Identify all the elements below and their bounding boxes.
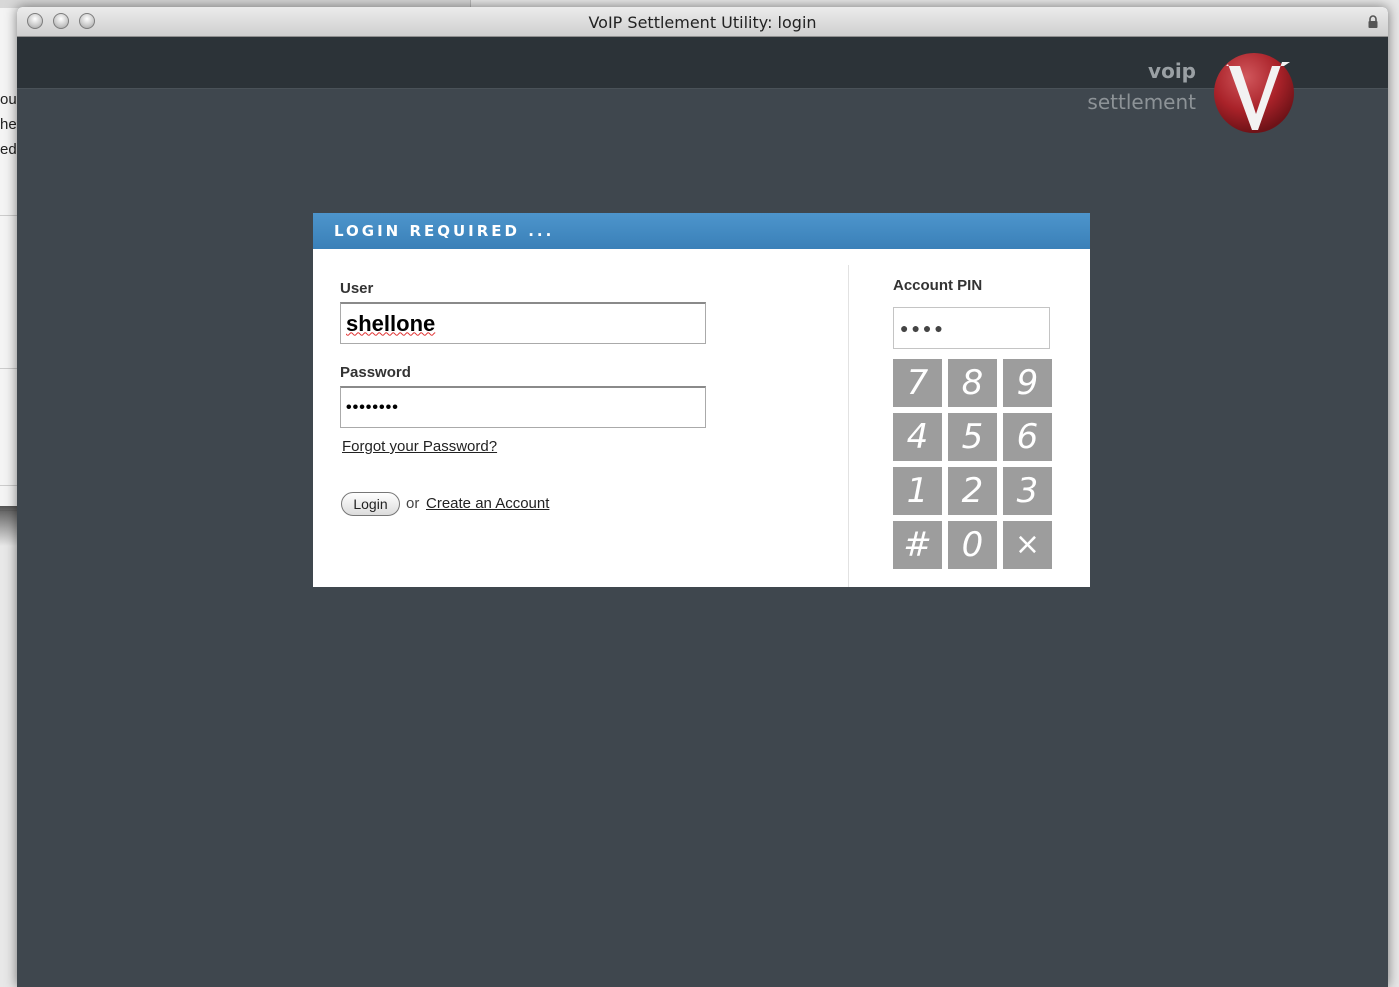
login-panel-header: LOGIN REQUIRED ... xyxy=(313,213,1090,249)
keypad-key-4[interactable]: 4 xyxy=(893,413,942,461)
voip-settlement-logo xyxy=(1214,53,1294,133)
keypad-key-1[interactable]: 1 xyxy=(893,467,942,515)
keypad-clear-button[interactable]: × xyxy=(1003,521,1052,569)
app-window: VoIP Settlement Utility: login voip sett… xyxy=(17,7,1388,987)
user-field[interactable] xyxy=(340,302,706,344)
keypad-key-3[interactable]: 3 xyxy=(1003,467,1052,515)
login-panel-title: LOGIN REQUIRED ... xyxy=(334,222,555,240)
keypad-key-9[interactable]: 9 xyxy=(1003,359,1052,407)
keypad-key-7[interactable]: 7 xyxy=(893,359,942,407)
panel-divider xyxy=(848,265,849,587)
window-title: VoIP Settlement Utility: login xyxy=(588,13,817,32)
keypad-key-5[interactable]: 5 xyxy=(948,413,997,461)
forgot-password-link[interactable]: Forgot your Password? xyxy=(342,438,497,455)
window-titlebar[interactable]: VoIP Settlement Utility: login xyxy=(17,7,1388,37)
background-text: he xyxy=(0,116,17,133)
keypad-key-2[interactable]: 2 xyxy=(948,467,997,515)
or-text: or xyxy=(406,495,420,512)
user-label: User xyxy=(340,280,374,297)
keypad-key-0[interactable]: 0 xyxy=(948,521,997,569)
create-account-link[interactable]: Create an Account xyxy=(426,495,549,512)
lock-icon xyxy=(1368,15,1378,28)
keypad-key-6[interactable]: 6 xyxy=(1003,413,1052,461)
background-text: ou xyxy=(0,91,17,108)
pin-display[interactable]: ●●●● xyxy=(893,307,1050,349)
password-label: Password xyxy=(340,364,411,381)
brand-name-settlement: settlement xyxy=(1087,90,1196,114)
account-pin-label: Account PIN xyxy=(893,277,983,294)
login-panel: LOGIN REQUIRED ... User Password Forgot … xyxy=(313,213,1090,587)
login-button[interactable]: Login xyxy=(341,492,400,516)
keypad-key-hash[interactable]: # xyxy=(893,521,942,569)
brand-name-voip: voip xyxy=(1148,59,1196,83)
keypad-key-8[interactable]: 8 xyxy=(948,359,997,407)
password-field[interactable] xyxy=(340,386,706,428)
